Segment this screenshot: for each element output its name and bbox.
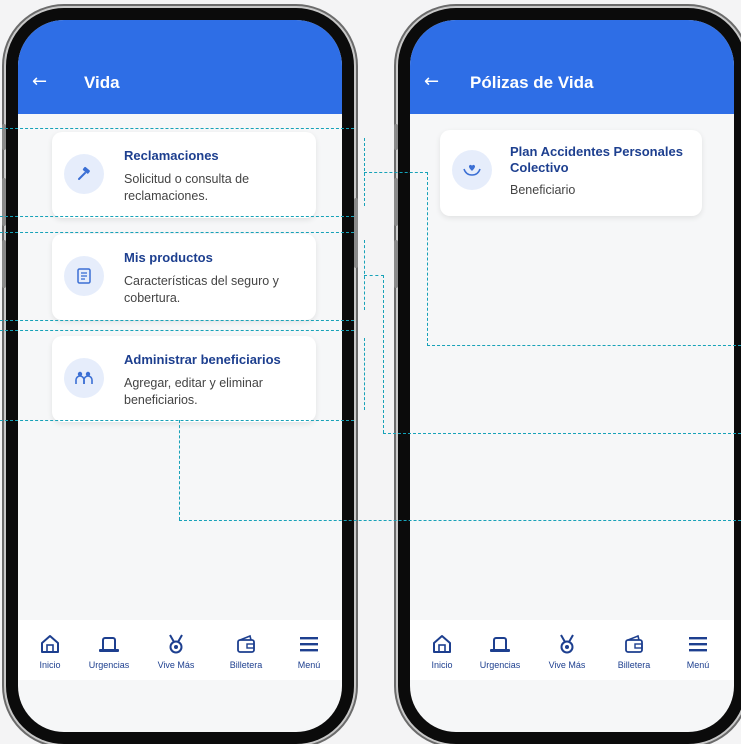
policy-card[interactable]: Plan Accidentes Personales Colectivo Ben…	[440, 130, 702, 216]
flow-line	[0, 232, 354, 233]
flow-line	[0, 216, 354, 217]
wallet-icon	[625, 634, 643, 653]
card-description-line: Características del seguro y	[124, 274, 279, 288]
nav-item-inicio[interactable]: Inicio	[18, 620, 82, 680]
app-header: ← Vida	[18, 20, 342, 114]
medal-icon	[169, 634, 183, 654]
back-arrow-icon[interactable]: ←	[424, 72, 439, 92]
card-title: Mis productos	[124, 250, 213, 265]
phone-volume-down-button	[394, 240, 398, 288]
flow-line	[427, 345, 741, 346]
nav-label: Billetera	[229, 660, 263, 670]
nav-item-menu[interactable]: Menú	[277, 620, 341, 680]
policy-title-line: Colectivo	[510, 160, 569, 175]
menu-icon	[689, 637, 707, 652]
nav-item-urgencias[interactable]: Urgencias	[468, 620, 532, 680]
nav-item-urgencias[interactable]: Urgencias	[77, 620, 141, 680]
flow-line	[383, 275, 384, 433]
phone-mute-button	[394, 124, 398, 150]
flow-line	[364, 275, 384, 276]
card-description-line: Agregar, editar y eliminar	[124, 376, 263, 390]
nav-label: Vive Más	[157, 660, 195, 670]
phone-power-button	[354, 198, 358, 268]
gavel-icon	[64, 154, 104, 194]
menu-icon	[300, 637, 318, 652]
wallet-icon	[237, 634, 255, 653]
nav-label: Urgencias	[479, 660, 521, 670]
phone-volume-down-button	[2, 240, 6, 288]
flow-line	[179, 420, 180, 520]
flow-line	[0, 320, 354, 321]
flow-line	[179, 520, 741, 521]
nav-label: Menú	[686, 660, 710, 670]
card-description-line: cobertura.	[124, 291, 181, 305]
ambulance-icon	[490, 637, 510, 652]
nav-label: Vive Más	[548, 660, 586, 670]
nav-item-menu[interactable]: Menú	[666, 620, 730, 680]
phone-volume-up-button	[2, 178, 6, 226]
card-title: Reclamaciones	[124, 148, 219, 163]
nav-label: Inicio	[39, 660, 61, 670]
nav-item-vive-mas[interactable]: Vive Más	[144, 620, 208, 680]
app-header: ← Pólizas de Vida	[410, 20, 734, 114]
card-description-line: Solicitud o consulta de	[124, 172, 250, 186]
phone-frame-right: ← Pólizas de Vida Plan Accidentes Person…	[394, 8, 741, 744]
nav-label: Urgencias	[88, 660, 130, 670]
card-description-line: beneficiarios.	[124, 393, 198, 407]
policy-title-line: Plan Accidentes Personales	[510, 144, 683, 159]
page-title: Vida	[84, 73, 120, 92]
nav-label: Menú	[297, 660, 321, 670]
policy-role: Beneficiario	[510, 183, 576, 197]
phone-volume-up-button	[394, 178, 398, 226]
flow-line	[427, 172, 428, 346]
flow-line	[0, 128, 354, 129]
card-description-line: reclamaciones.	[124, 189, 209, 203]
menu-card-administrar-beneficiarios[interactable]: Administrar beneficiarios Agregar, edita…	[52, 336, 316, 422]
hands-heart-icon	[452, 150, 492, 190]
nav-item-vive-mas[interactable]: Vive Más	[535, 620, 599, 680]
menu-card-reclamaciones[interactable]: Reclamaciones Solicitud o consulta de re…	[52, 132, 316, 218]
flow-line	[364, 338, 365, 410]
nav-item-billetera[interactable]: Billetera	[602, 620, 666, 680]
medal-icon	[560, 634, 574, 654]
page-title: Pólizas de Vida	[470, 73, 594, 92]
nav-item-billetera[interactable]: Billetera	[214, 620, 278, 680]
bottom-navigation: Inicio Urgencias Vive Más Billetera Menú	[410, 620, 734, 680]
app-screen-polizas-de-vida: ← Pólizas de Vida Plan Accidentes Person…	[410, 20, 734, 732]
card-title: Administrar beneficiarios	[124, 352, 281, 367]
flow-line	[364, 172, 428, 173]
home-icon	[433, 635, 451, 653]
app-screen-vida: ← Vida Reclamaciones Solicitud o consult…	[18, 20, 342, 732]
nav-label: Inicio	[431, 660, 453, 670]
people-icon	[64, 358, 104, 398]
nav-item-inicio[interactable]: Inicio	[410, 620, 474, 680]
menu-card-mis-productos[interactable]: Mis productos Características del seguro…	[52, 234, 316, 320]
nav-label: Billetera	[617, 660, 651, 670]
phone-frame-left: ← Vida Reclamaciones Solicitud o consult…	[2, 8, 358, 744]
home-icon	[41, 635, 59, 653]
back-arrow-icon[interactable]: ←	[32, 72, 47, 92]
bottom-navigation: Inicio Urgencias Vive Más Billetera Menú	[18, 620, 342, 680]
flow-line	[0, 330, 354, 331]
flow-line	[0, 420, 354, 421]
ambulance-icon	[99, 637, 119, 652]
flow-line	[383, 433, 741, 434]
document-icon	[64, 256, 104, 296]
